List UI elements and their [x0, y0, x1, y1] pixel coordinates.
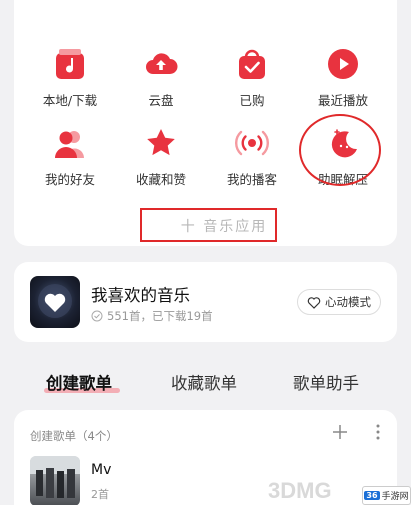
grid-item-purchased[interactable]: 已购: [212, 47, 292, 109]
tab-playlist-assistant[interactable]: 歌单助手: [293, 370, 359, 394]
grid-item-favorites-likes[interactable]: 收藏和赞: [121, 126, 201, 188]
site-badge: 36 手游网: [362, 486, 411, 505]
tab-created-playlists[interactable]: 创建歌单: [46, 370, 112, 394]
local-download-icon: [56, 49, 84, 79]
grid-item-label: 我的播客: [226, 172, 277, 187]
site-badge-label: 手游网: [381, 492, 409, 502]
liked-music-cover: [30, 276, 80, 328]
created-playlists-card: 创建歌单（4个） Mv 2首: [14, 410, 397, 505]
heart-icon: [307, 296, 321, 309]
heart-cover-icon: [38, 284, 72, 318]
grid-item-label: 收藏和赞: [135, 172, 186, 187]
grid-item-label: 本地/下载: [42, 93, 98, 108]
liked-music-card[interactable]: 我喜欢的音乐 551首，已下载19首 心动模式: [14, 262, 397, 342]
heart-mode-button[interactable]: 心动模式: [297, 289, 381, 315]
plus-icon[interactable]: [331, 423, 349, 441]
grid-item-label: 我的好友: [44, 172, 95, 187]
cloud-upload-icon: [146, 53, 178, 74]
playlist-cover-image: [30, 456, 80, 498]
grid-item-label: 已购: [239, 93, 265, 108]
site-badge-logo: 36: [364, 491, 380, 500]
tab-collected-playlists[interactable]: 收藏歌单: [171, 370, 237, 394]
friends-icon: [55, 131, 84, 158]
grid-item-label: 最近播放: [317, 93, 368, 108]
check-circle-icon: [91, 310, 103, 322]
playlist-section-header: 创建歌单（4个）: [30, 429, 118, 443]
annotation-circle: [299, 114, 381, 186]
liked-music-title: 我喜欢的音乐: [91, 286, 190, 305]
watermark-text: 3DMG: [268, 478, 332, 503]
liked-music-subtitle: 551首，已下载19首: [91, 308, 213, 324]
purchased-bag-icon: [239, 49, 265, 79]
play-circle-icon: [328, 49, 358, 79]
liked-music-stats: 551首，已下载19首: [107, 309, 213, 323]
broadcast-icon: [235, 130, 269, 156]
more-vertical-icon[interactable]: [375, 423, 381, 441]
annotation-rectangle: [140, 208, 277, 242]
grid-item-cloud[interactable]: 云盘: [121, 47, 201, 109]
grid-item-friends[interactable]: 我的好友: [30, 126, 110, 188]
grid-item-recent-play[interactable]: 最近播放: [303, 47, 383, 109]
heart-mode-label: 心动模式: [325, 295, 371, 309]
star-icon: [147, 129, 175, 156]
grid-item-podcast[interactable]: 我的播客: [212, 126, 292, 188]
playlist-count: 2首: [91, 488, 109, 501]
grid-item-label: 云盘: [148, 93, 174, 108]
playlist-name[interactable]: Mv: [91, 462, 111, 478]
playlist-cover[interactable]: [30, 456, 80, 505]
grid-item-local-download[interactable]: 本地/下载: [30, 47, 110, 109]
